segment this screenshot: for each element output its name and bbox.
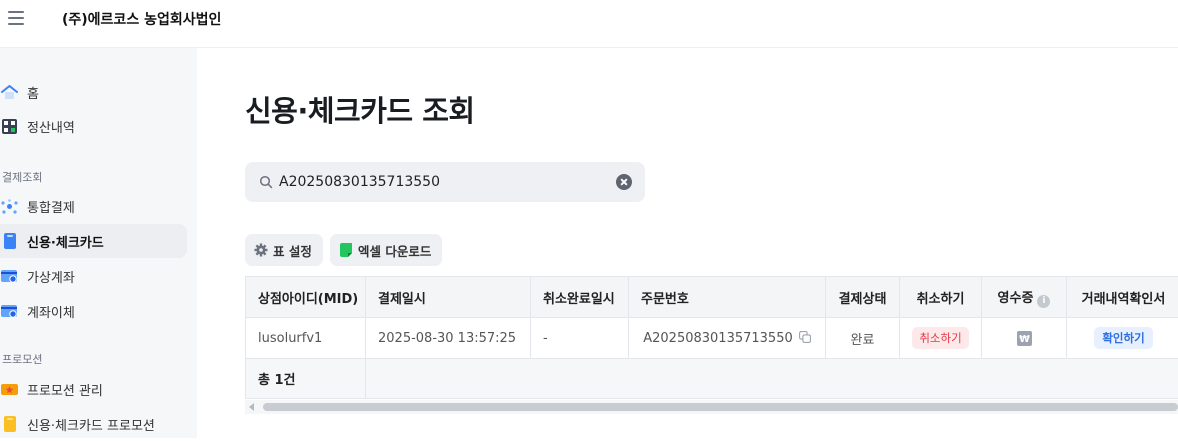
sidebar-item-label: 신용·체크카드 프로모션 [27, 415, 155, 434]
home-icon [1, 84, 18, 101]
scroll-left-icon[interactable] [249, 403, 254, 411]
table-settings-button[interactable]: 표 설정 [245, 234, 323, 266]
section-label-promotion: 프로모션 [2, 351, 42, 367]
header-receipt[interactable]: 영수증i [982, 277, 1067, 318]
cell-order-no: A20250830135713550 [629, 318, 826, 359]
order-no-text: A20250830135713550 [643, 331, 793, 346]
excel-download-button[interactable]: 엑셀 다운로드 [330, 234, 442, 266]
transfer-icon [1, 303, 18, 320]
hamburger-menu-icon[interactable] [6, 8, 26, 28]
cell-status: 완료 [826, 318, 900, 359]
sidebar: 홈 정산내역 결제조회 통합결제 신용·체크카드 가상계좌 계좌이체 프로모션 [0, 48, 197, 438]
table-row[interactable]: lusolurfv1 2025-08-30 13:57:25 - A202508… [246, 318, 1178, 359]
sidebar-item-card-promo[interactable]: 신용·체크카드 프로모션 [0, 407, 187, 441]
company-name: (주)에르코스 농업회사법인 [62, 9, 221, 29]
cell-receipt: ₩ [982, 318, 1067, 359]
sidebar-item-promo-manage[interactable]: 프로모션 관리 [0, 372, 187, 406]
sidebar-item-label: 홈 [27, 83, 39, 102]
clear-search-icon[interactable] [616, 174, 632, 190]
sidebar-item-label: 계좌이체 [27, 302, 75, 321]
cell-statement: 확인하기 [1067, 318, 1178, 359]
network-icon [1, 198, 18, 215]
header-status[interactable]: 결제상태 [826, 277, 900, 318]
table-settings-label: 표 설정 [273, 241, 312, 260]
cell-cancelled-at: - [531, 318, 629, 359]
header-order-no[interactable]: 주문번호 [629, 277, 826, 318]
virtual-account-icon [1, 268, 18, 285]
transactions-table: 상점아이디(MID) 결제일시 취소완료일시 주문번호 결제상태 취소하기 영수… [245, 276, 1178, 399]
sidebar-item-card[interactable]: 신용·체크카드 [0, 224, 187, 258]
search-input[interactable] [279, 171, 599, 193]
top-bar: (주)에르코스 농업회사법인 [0, 0, 1178, 48]
sidebar-item-label: 가상계좌 [27, 267, 75, 286]
table-total-row: 총 1건 [246, 359, 1178, 399]
sidebar-item-home[interactable]: 홈 [0, 75, 187, 109]
svg-text:₩: ₩ [1019, 334, 1030, 345]
header-cancelled-at[interactable]: 취소완료일시 [531, 277, 629, 318]
header-cancel[interactable]: 취소하기 [900, 277, 982, 318]
sidebar-item-virtual-account[interactable]: 가상계좌 [0, 259, 187, 293]
confirm-button[interactable]: 확인하기 [1094, 327, 1152, 349]
section-label-payment: 결제조회 [2, 169, 42, 185]
total-count: 총 1건 [246, 359, 366, 399]
sidebar-item-integrated[interactable]: 통합결제 [0, 189, 187, 223]
ticket-icon [1, 381, 18, 398]
total-filler [366, 359, 1178, 399]
search-bar [245, 162, 645, 202]
excel-download-label: 엑셀 다운로드 [358, 241, 431, 260]
header-statement[interactable]: 거래내역확인서 [1067, 277, 1178, 318]
horizontal-scrollbar[interactable] [245, 400, 1178, 414]
header-mid[interactable]: 상점아이디(MID) [246, 277, 366, 318]
page-title: 신용·체크카드 조회 [245, 88, 475, 130]
sidebar-item-transfer[interactable]: 계좌이체 [0, 294, 187, 328]
sidebar-item-settlement[interactable]: 정산내역 [0, 109, 187, 143]
cell-paid-at: 2025-08-30 13:57:25 [366, 318, 531, 359]
excel-icon [339, 243, 353, 257]
header-paid-at[interactable]: 결제일시 [366, 277, 531, 318]
calculator-icon [1, 118, 18, 135]
card-promo-icon [1, 416, 18, 433]
sidebar-item-label: 신용·체크카드 [27, 232, 104, 251]
sidebar-item-label: 정산내역 [27, 117, 75, 136]
receipt-icon[interactable]: ₩ [1017, 331, 1032, 346]
sidebar-item-label: 프로모션 관리 [27, 380, 103, 399]
gear-icon [254, 243, 268, 257]
card-icon [1, 233, 18, 250]
header-receipt-label: 영수증 [998, 291, 1034, 306]
search-icon [259, 175, 273, 189]
sidebar-item-label: 통합결제 [27, 197, 75, 216]
table-header-row: 상점아이디(MID) 결제일시 취소완료일시 주문번호 결제상태 취소하기 영수… [246, 277, 1178, 318]
info-icon[interactable]: i [1037, 295, 1050, 308]
copy-icon[interactable] [799, 331, 811, 343]
cell-cancel: 취소하기 [900, 318, 982, 359]
scroll-thumb[interactable] [263, 403, 1178, 411]
cancel-button[interactable]: 취소하기 [912, 327, 968, 349]
cell-mid: lusolurfv1 [246, 318, 366, 359]
